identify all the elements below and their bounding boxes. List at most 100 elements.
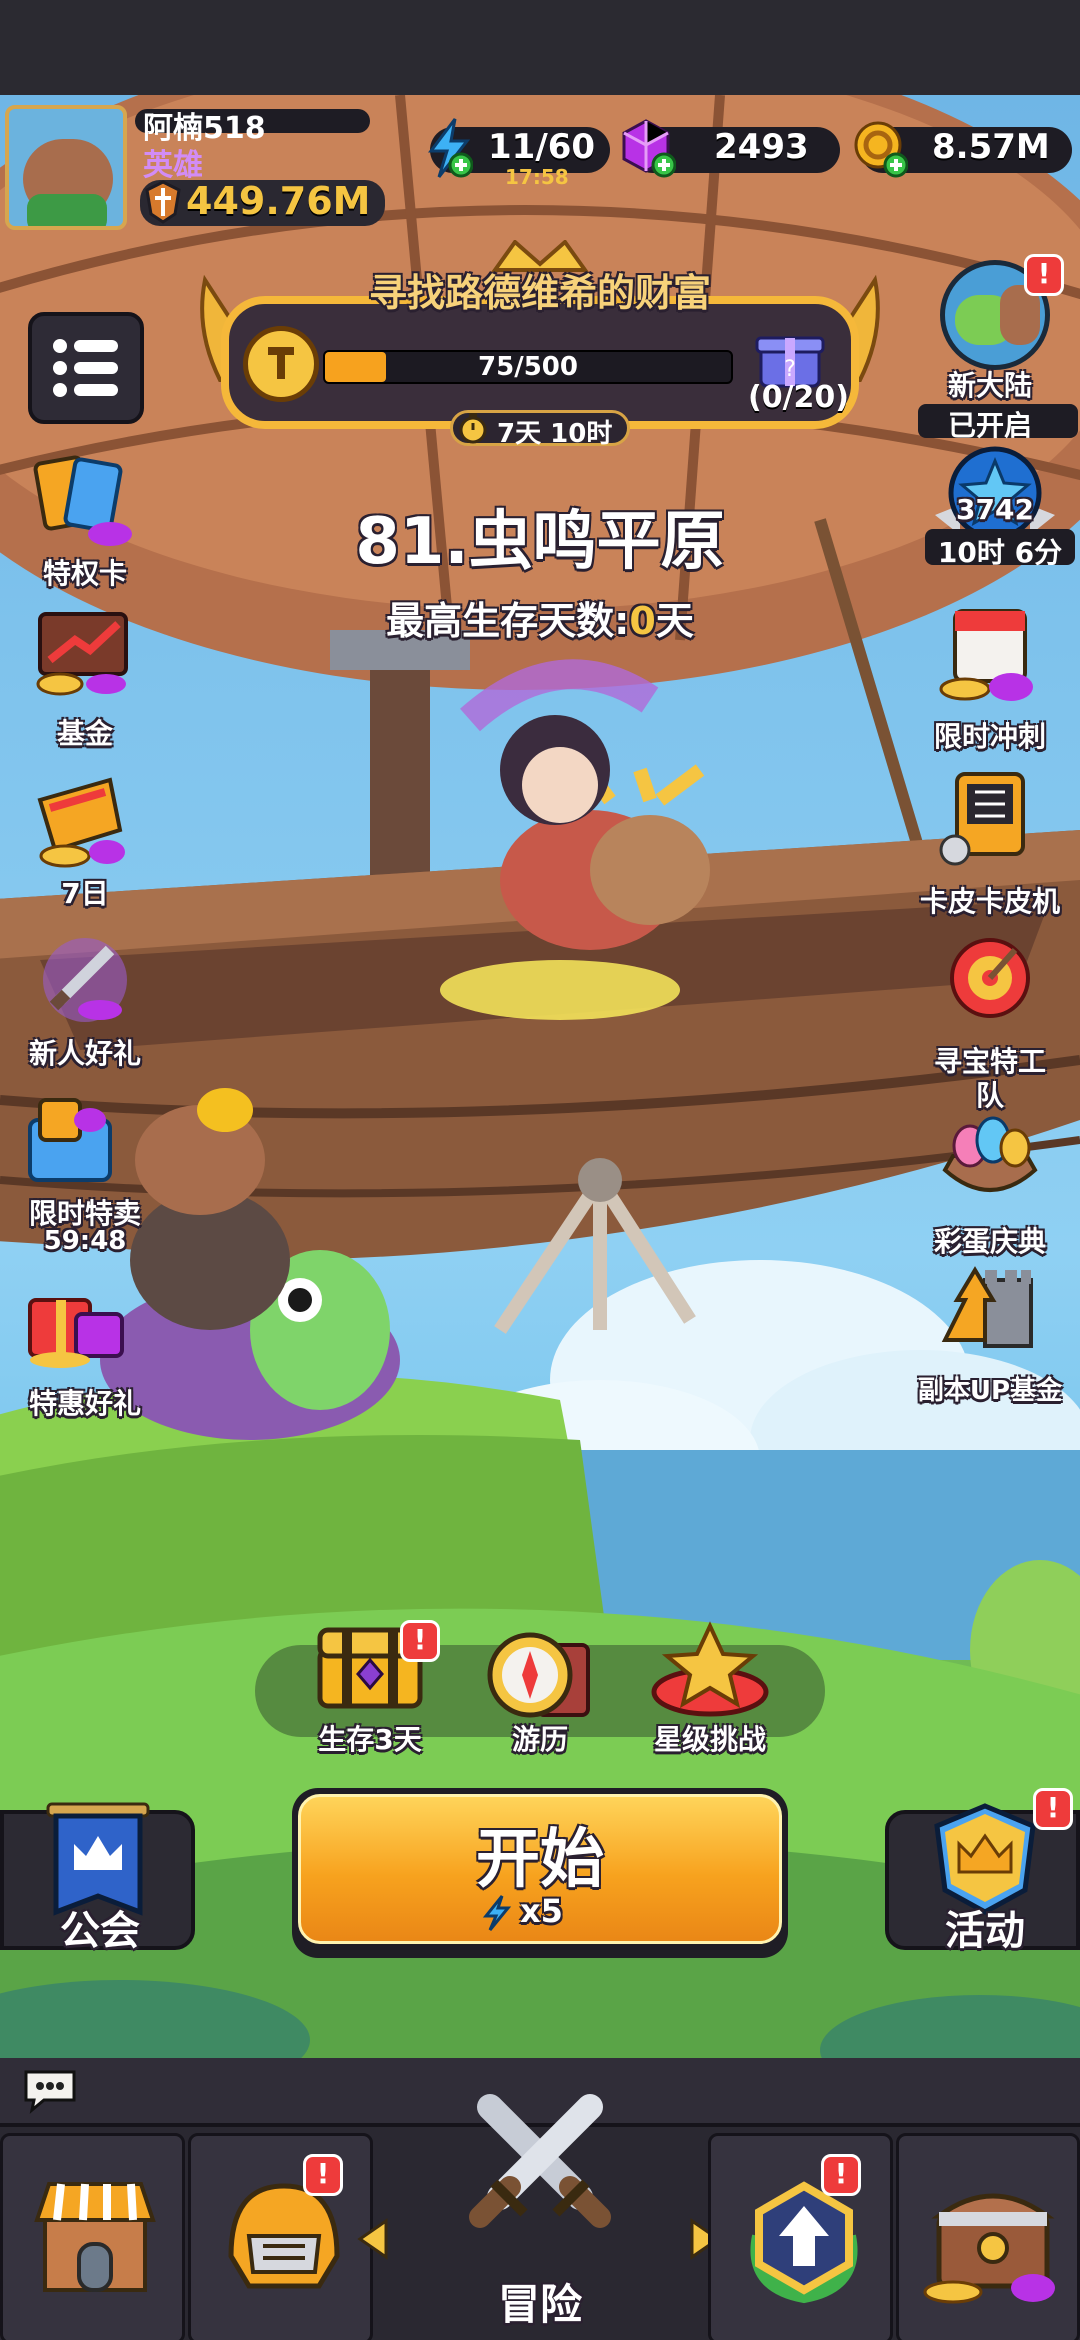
right-item-label: 卡皮卡皮机: [919, 885, 1060, 918]
guild-button[interactable]: 公会: [0, 1800, 195, 1954]
start-cost-value: x5: [520, 1892, 563, 1930]
record-value: 0: [629, 599, 656, 643]
left-item-label: 新人好礼: [28, 1037, 141, 1070]
coin-icon: [852, 117, 909, 179]
event-medal-icon: [243, 326, 319, 402]
left-item-limited-sale[interactable]: 限时特卖 59:48: [0, 1080, 170, 1260]
star-rank-timer: 10时 6分: [937, 536, 1063, 569]
activity-button[interactable]: ! 活动: [885, 1788, 1080, 1954]
nav-equipment[interactable]: !: [188, 2133, 373, 2340]
start-cost: x5: [482, 1892, 602, 1932]
right-item-dungeon-fund[interactable]: 副本UP基金: [900, 1260, 1080, 1410]
right-item-limited-sprint[interactable]: 限时冲刺: [900, 605, 1080, 755]
event-progress-text: 75/500: [478, 352, 578, 382]
energy-value: 11/60: [488, 127, 596, 167]
right-menu: ! 新大陆 已开启 3742 10时 6分 限时冲刺 卡皮卡皮机 寻宝特工 队 …: [900, 250, 1080, 1406]
new-continent-status: 已开启: [947, 409, 1032, 442]
player-avatar[interactable]: [5, 105, 127, 230]
right-item-label: 彩蛋庆典: [933, 1225, 1046, 1258]
mode-star-challenge-button[interactable]: 星级挑战: [635, 1620, 785, 1760]
left-item-privilege-card[interactable]: 特权卡: [0, 440, 170, 590]
mode-travel-label: 游历: [511, 1723, 568, 1756]
left-item-newbie-gift[interactable]: 新人好礼: [0, 920, 170, 1070]
start-button[interactable]: 开始 x5: [292, 1788, 788, 1958]
right-item-label: 副本UP基金: [917, 1376, 1063, 1406]
list-icon: [53, 339, 118, 397]
nav-treasure[interactable]: [896, 2133, 1080, 2340]
shop-icon: [34, 2182, 156, 2292]
stage-name: 81.虫鸣平原: [355, 505, 725, 579]
record-label: 最高生存天数:: [386, 599, 630, 643]
left-item-fund[interactable]: 基金: [0, 600, 170, 750]
right-item-treasure-agent[interactable]: 寻宝特工 队: [900, 930, 1080, 1112]
fund-icon: [36, 612, 128, 696]
dungeon-fund-icon: [941, 1266, 1033, 1348]
star-rank-button[interactable]: 3742 10时 6分: [900, 445, 1080, 575]
mode-survive-label: 生存3天: [318, 1723, 422, 1756]
nav-adventure[interactable]: 冒险: [390, 2094, 690, 2340]
gems-value: 2493: [714, 127, 809, 167]
chat-icon[interactable]: [20, 2066, 80, 2116]
lightning-icon: [482, 1895, 512, 1931]
event-banner[interactable]: 寻找路德维希的财富 75/500 ? (0/20) 7天 10时: [195, 240, 885, 450]
star-rank-value: 3742: [956, 493, 1034, 526]
easter-egg-icon: [942, 1116, 1038, 1192]
stage-record: 最高生存天数:0天: [240, 590, 840, 645]
newbie-gift-icon: [43, 938, 127, 1022]
bottom-nav: ! 冒险 !: [0, 2094, 1080, 2340]
mode-star-challenge-label: 星级挑战: [653, 1723, 766, 1756]
power-icon: [143, 180, 183, 224]
treasure-chest-icon: [923, 2193, 1055, 2304]
special-gift-icon: [28, 1298, 124, 1368]
left-item-label: 7日: [61, 877, 109, 910]
limited-sale-icon: [28, 1098, 112, 1182]
event-title: 寻找路德维希的财富: [368, 271, 711, 315]
right-item-label: 限时冲刺: [933, 720, 1046, 753]
equipment-badge: !: [303, 2154, 343, 2196]
mode-travel-button[interactable]: 游历: [465, 1620, 615, 1760]
slot-machine-icon: [939, 772, 1025, 866]
activity-badge: !: [1033, 1788, 1073, 1830]
survive-badge: !: [400, 1620, 440, 1662]
privilege-card-icon: [33, 455, 132, 546]
energy-timer: 17:58: [505, 165, 569, 189]
guild-label: 公会: [60, 1908, 140, 1954]
left-item-label: 特权卡: [42, 557, 127, 590]
game-screen: 阿楠518 英雄 449.76M 11/60 17:58 2493 8.57M: [0, 0, 1080, 2340]
top-bar: 阿楠518 英雄 449.76M 11/60 17:58 2493 8.57M: [0, 95, 1080, 235]
mode-survive-button[interactable]: ! 生存3天: [295, 1620, 445, 1760]
right-item-label-line2: 队: [975, 1079, 1004, 1112]
right-item-slot-machine[interactable]: 卡皮卡皮机: [900, 770, 1080, 920]
player-title: 英雄: [143, 148, 203, 183]
record-unit: 天: [655, 599, 694, 643]
nav-prev-arrow[interactable]: [356, 2217, 390, 2261]
crossed-swords-icon: [469, 2094, 611, 2228]
new-continent-button[interactable]: ! 新大陆 已开启: [900, 250, 1080, 442]
stopwatch-icon: [457, 412, 489, 444]
upgrade-badge: !: [821, 2154, 861, 2196]
lightning-icon: [425, 117, 474, 179]
nav-adventure-label: 冒险: [497, 2280, 582, 2329]
treasure-agent-icon: [950, 938, 1030, 1018]
left-item-seven-day[interactable]: 7日: [0, 760, 170, 910]
compass-icon: [487, 1632, 590, 1718]
new-continent-badge: !: [1024, 254, 1064, 296]
left-item-label: 基金: [56, 717, 113, 750]
left-item-special-gift[interactable]: 特惠好礼: [0, 1270, 170, 1420]
seven-day-icon: [37, 777, 125, 868]
svg-text:?: ?: [784, 357, 796, 382]
nav-shop[interactable]: [0, 2133, 185, 2340]
start-label: 开始: [476, 1823, 604, 1897]
star-trophy-icon: [651, 1621, 769, 1717]
left-item-label: 特惠好礼: [28, 1387, 141, 1420]
left-menu: 特权卡 基金 7日 新人好礼 限时特卖 59:48 特惠好礼: [0, 440, 175, 1420]
new-continent-label: 新大陆: [947, 369, 1032, 402]
limited-sprint-icon: [939, 609, 1033, 701]
menu-button[interactable]: [28, 312, 144, 424]
gem-icon: [620, 117, 677, 179]
player-power: 449.76M: [186, 179, 371, 223]
right-item-easter-egg[interactable]: 彩蛋庆典: [900, 1110, 1080, 1260]
event-timer: 7天 10时: [497, 419, 613, 449]
left-item-sub: 59:48: [43, 1226, 127, 1256]
nav-upgrade[interactable]: !: [708, 2133, 893, 2340]
